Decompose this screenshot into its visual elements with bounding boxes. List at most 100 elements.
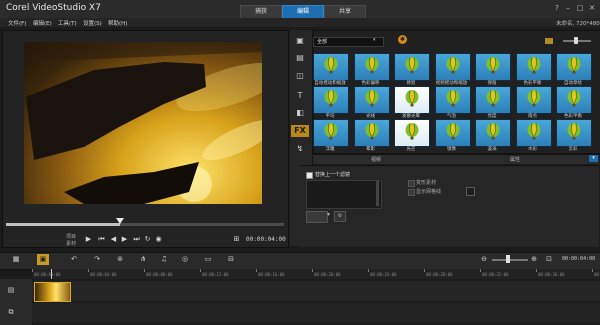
timeline-view-icon[interactable]: ▣ xyxy=(37,254,49,265)
customize-filter-button[interactable]: ⚙ xyxy=(334,211,346,222)
scrubber-handle[interactable] xyxy=(115,218,124,224)
filter-thumbnail[interactable] xyxy=(434,119,471,147)
zoom-out-icon[interactable]: ⊖ xyxy=(478,254,490,265)
filter-thumbnail[interactable] xyxy=(515,53,552,81)
filter-thumbnail[interactable] xyxy=(353,86,390,114)
balloon-icon xyxy=(567,57,581,74)
filter-thumbnail[interactable] xyxy=(556,86,592,114)
menu-settings[interactable]: 设置(S) xyxy=(83,19,102,27)
preset-selector[interactable] xyxy=(306,211,328,223)
play-icon[interactable]: ▶ xyxy=(84,234,93,244)
prev-frame-icon[interactable]: ◀ xyxy=(109,234,118,244)
slider-knob[interactable] xyxy=(506,255,510,263)
close-button[interactable]: ✕ xyxy=(587,3,597,13)
filter-icon[interactable]: FX xyxy=(291,125,309,137)
end-icon[interactable]: ⏭ xyxy=(132,234,141,244)
subtitle-editor-icon[interactable]: ▭ xyxy=(202,254,214,265)
grid-checkbox[interactable] xyxy=(408,189,415,196)
overlay-track[interactable] xyxy=(32,303,600,323)
filter-thumbnail[interactable] xyxy=(394,119,430,147)
tab-share[interactable]: 共享 xyxy=(324,5,366,18)
storyboard-view-icon[interactable]: ▦ xyxy=(10,254,22,265)
filter-list[interactable] xyxy=(306,180,382,209)
filter-thumbnail[interactable] xyxy=(434,53,471,81)
filter-thumbnail[interactable] xyxy=(394,86,430,114)
balloon-icon xyxy=(527,90,540,107)
record-capture-icon[interactable]: ⊚ xyxy=(114,254,126,265)
filter-thumbnail[interactable] xyxy=(515,86,552,114)
balloon-icon xyxy=(405,123,419,140)
chevron-down-icon[interactable]: ▾ xyxy=(373,37,376,43)
balloon-icon xyxy=(324,90,338,107)
filter-thumbnail[interactable] xyxy=(313,86,349,114)
filter-thumbnail[interactable] xyxy=(313,53,349,81)
fit-icon[interactable]: ⊞ xyxy=(232,234,241,244)
filter-thumbnail[interactable] xyxy=(515,119,552,147)
tab-video[interactable]: 视频 xyxy=(371,156,381,163)
fit-project-icon[interactable]: ⊡ xyxy=(543,254,555,265)
filter-thumbnail[interactable] xyxy=(475,53,511,81)
filter-thumbnail[interactable] xyxy=(475,86,511,114)
zoom-in-icon[interactable]: ⊕ xyxy=(528,254,540,265)
audio-mixer-icon[interactable]: ⋔ xyxy=(137,254,149,265)
overlay-track-icon[interactable]: ⧉ xyxy=(6,307,16,317)
balloon-icon xyxy=(486,123,500,140)
grid-options-button[interactable] xyxy=(466,187,475,196)
path-icon[interactable]: ↯ xyxy=(291,143,309,155)
next-frame-icon[interactable]: ▶ xyxy=(120,234,129,244)
clip-mode-label[interactable]: 素材 xyxy=(66,240,76,247)
filter-thumbnail[interactable] xyxy=(353,119,390,147)
title-icon[interactable]: T xyxy=(291,90,309,102)
ruler-label: 00:00:16:00 xyxy=(258,272,285,277)
player-timecode[interactable]: 00:00:04:00 xyxy=(246,236,286,243)
filter-thumbnail[interactable] xyxy=(394,53,430,81)
instant-project-icon[interactable]: ▤ xyxy=(291,52,309,64)
media-icon[interactable]: ▣ xyxy=(291,35,309,47)
tab-capture[interactable]: 捕获 xyxy=(240,5,282,18)
timeline-toolbar xyxy=(0,252,600,270)
video-clip[interactable] xyxy=(34,282,71,302)
video-track-icon[interactable]: ▤ xyxy=(6,285,16,295)
preview-image xyxy=(24,42,262,204)
volume-icon[interactable]: ◉ xyxy=(154,234,163,244)
menu-file[interactable]: 文件(F) xyxy=(8,19,26,27)
video-track[interactable] xyxy=(32,281,600,301)
repeat-icon[interactable]: ↻ xyxy=(143,234,152,244)
menu-tools[interactable]: 工具(T) xyxy=(58,19,77,27)
ruler-tick xyxy=(424,269,425,272)
filter-thumbnail[interactable] xyxy=(313,119,349,147)
project-mode-label[interactable]: 项目 xyxy=(66,233,76,240)
transition-icon[interactable]: ◫ xyxy=(291,70,309,82)
help-button[interactable]: ? xyxy=(552,3,562,13)
favorites-icon[interactable]: ✱ xyxy=(398,35,407,44)
collapse-icon[interactable]: ▾ xyxy=(589,155,598,162)
auto-music-icon[interactable]: ♫ xyxy=(158,254,170,265)
menu-edit[interactable]: 编辑(E) xyxy=(33,19,52,27)
slider-knob[interactable] xyxy=(574,37,578,44)
filter-thumbnail[interactable] xyxy=(556,53,592,81)
tab-attributes[interactable]: 属性 xyxy=(510,156,520,163)
redo-icon[interactable]: ↷ xyxy=(91,254,103,265)
filter-thumbnail[interactable] xyxy=(556,119,592,147)
distort-checkbox[interactable] xyxy=(408,180,415,187)
tab-edit[interactable]: 编辑 xyxy=(282,5,324,18)
undo-icon[interactable]: ↶ xyxy=(68,254,80,265)
preview-window[interactable] xyxy=(24,42,262,204)
minimize-button[interactable]: – xyxy=(563,3,573,13)
filter-thumbnail[interactable] xyxy=(434,86,471,114)
filter-list-scrollbar[interactable] xyxy=(376,181,379,206)
filter-thumbnail[interactable] xyxy=(475,119,511,147)
filter-thumbnail[interactable] xyxy=(353,53,390,81)
home-icon[interactable]: ⏮ xyxy=(97,234,106,244)
maximize-button[interactable]: □ xyxy=(575,3,585,13)
motion-tracking-icon[interactable]: ◎ xyxy=(179,254,191,265)
graphic-icon[interactable]: ◧ xyxy=(291,107,309,119)
multi-trim-icon[interactable]: ⊟ xyxy=(225,254,237,265)
replace-filter-checkbox[interactable] xyxy=(306,172,313,179)
chevron-down-icon[interactable]: ▾ xyxy=(327,211,330,218)
timeline-timecode[interactable]: 00:00:04:00 xyxy=(562,256,595,262)
ruler-tick xyxy=(592,269,593,272)
sort-icon[interactable] xyxy=(545,38,553,44)
menu-help[interactable]: 帮助(H) xyxy=(108,19,127,27)
timeline-zoom-slider[interactable] xyxy=(492,259,528,261)
